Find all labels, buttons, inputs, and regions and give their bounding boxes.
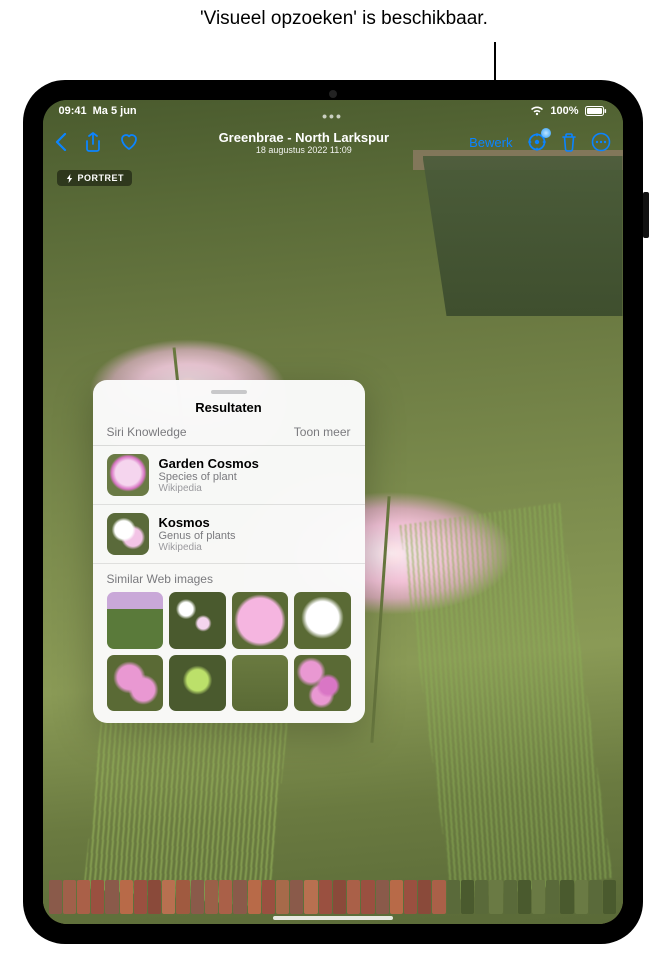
similar-image-thumb[interactable] [107, 655, 164, 712]
filmstrip-thumb[interactable] [205, 880, 218, 914]
filmstrip-thumb[interactable] [333, 880, 346, 914]
filmstrip-thumb[interactable] [262, 880, 275, 914]
results-title: Resultaten [93, 400, 365, 415]
filmstrip-thumb[interactable] [49, 880, 62, 914]
knowledge-subtitle: Species of plant [159, 471, 259, 483]
battery-percent: 100% [550, 105, 578, 117]
status-bar: 09:41 Ma 5 jun ••• 100% [43, 100, 623, 122]
edit-button[interactable]: Bewerk [469, 135, 512, 150]
front-camera [329, 90, 337, 98]
filmstrip-thumb[interactable] [589, 880, 602, 914]
filmstrip-thumb[interactable] [77, 880, 90, 914]
similar-image-thumb[interactable] [294, 655, 351, 712]
knowledge-source: Wikipedia [159, 483, 259, 494]
filmstrip-thumb[interactable] [91, 880, 104, 914]
filmstrip-thumb[interactable] [347, 880, 360, 914]
knowledge-subtitle: Genus of plants [159, 530, 236, 542]
similar-image-thumb[interactable] [232, 592, 289, 649]
filmstrip-thumb[interactable] [176, 880, 189, 914]
similar-image-thumb[interactable] [107, 592, 164, 649]
knowledge-row[interactable]: Garden Cosmos Species of plant Wikipedia [93, 446, 365, 505]
filmstrip-thumb[interactable] [575, 880, 588, 914]
favorite-icon[interactable] [119, 133, 139, 151]
callout-label: 'Visueel opzoeken' is beschikbaar. [200, 8, 665, 30]
filmstrip-thumb[interactable] [475, 880, 488, 914]
knowledge-row[interactable]: Kosmos Genus of plants Wikipedia [93, 505, 365, 564]
filmstrip-thumb[interactable] [603, 880, 616, 914]
filmstrip-thumb[interactable] [105, 880, 118, 914]
status-time: 09:41 [59, 105, 87, 117]
home-indicator[interactable] [273, 916, 393, 920]
show-more-button[interactable]: Toon meer [294, 425, 351, 439]
back-icon[interactable] [55, 133, 67, 151]
filmstrip-thumb[interactable] [518, 880, 531, 914]
ipad-frame: 09:41 Ma 5 jun ••• 100% [23, 80, 643, 944]
filmstrip-thumb[interactable] [148, 880, 161, 914]
filmstrip-thumb[interactable] [319, 880, 332, 914]
filmstrip-thumb[interactable] [248, 880, 261, 914]
filmstrip-thumb[interactable] [162, 880, 175, 914]
siri-knowledge-header: Siri Knowledge Toon meer [93, 425, 365, 446]
filmstrip-thumb[interactable] [504, 880, 517, 914]
photos-filmstrip[interactable] [43, 880, 623, 914]
filmstrip-thumb[interactable] [191, 880, 204, 914]
sheet-grabber[interactable] [211, 390, 247, 394]
filmstrip-thumb[interactable] [432, 880, 445, 914]
filmstrip-thumb[interactable] [532, 880, 545, 914]
filmstrip-thumb[interactable] [418, 880, 431, 914]
visual-lookup-icon[interactable] [527, 132, 547, 152]
filmstrip-thumb[interactable] [361, 880, 374, 914]
similar-image-thumb[interactable] [169, 655, 226, 712]
battery-icon [585, 106, 607, 116]
similar-image-thumb[interactable] [169, 592, 226, 649]
share-icon[interactable] [85, 132, 101, 152]
filmstrip-thumb[interactable] [489, 880, 502, 914]
filmstrip-thumb[interactable] [304, 880, 317, 914]
knowledge-title: Kosmos [159, 515, 236, 530]
filmstrip-thumb[interactable] [134, 880, 147, 914]
portrait-badge-label: PORTRET [78, 173, 125, 183]
filmstrip-thumb[interactable] [276, 880, 289, 914]
similar-images-grid [93, 592, 365, 711]
knowledge-title: Garden Cosmos [159, 456, 259, 471]
more-icon[interactable] [591, 132, 611, 152]
knowledge-thumbnail [107, 454, 149, 496]
similar-image-thumb[interactable] [232, 655, 289, 712]
filmstrip-thumb[interactable] [447, 880, 460, 914]
portrait-badge: PORTRET [57, 170, 133, 186]
filmstrip-thumb[interactable] [233, 880, 246, 914]
filmstrip-thumb[interactable] [120, 880, 133, 914]
visual-lookup-results-sheet[interactable]: Resultaten Siri Knowledge Toon meer Gard… [93, 380, 365, 723]
filmstrip-thumb[interactable] [461, 880, 474, 914]
filmstrip-thumb[interactable] [560, 880, 573, 914]
filmstrip-thumb[interactable] [290, 880, 303, 914]
siri-knowledge-label: Siri Knowledge [107, 425, 187, 439]
filmstrip-thumb[interactable] [546, 880, 559, 914]
filmstrip-thumb[interactable] [219, 880, 232, 914]
status-date: Ma 5 jun [93, 105, 137, 117]
photo-title: Greenbrae - North Larkspur [139, 130, 470, 145]
knowledge-thumbnail [107, 513, 149, 555]
knowledge-source: Wikipedia [159, 542, 236, 553]
photo-toolbar: Greenbrae - North Larkspur 18 augustus 2… [43, 122, 623, 162]
similar-images-label: Similar Web images [93, 564, 365, 592]
trash-icon[interactable] [561, 132, 577, 152]
filmstrip-thumb[interactable] [390, 880, 403, 914]
ipad-screen: 09:41 Ma 5 jun ••• 100% [43, 100, 623, 924]
similar-image-thumb[interactable] [294, 592, 351, 649]
photo-subtitle: 18 augustus 2022 11:09 [139, 145, 470, 155]
filmstrip-thumb[interactable] [376, 880, 389, 914]
bolt-icon [65, 174, 74, 183]
wifi-icon [530, 106, 544, 116]
filmstrip-thumb[interactable] [63, 880, 76, 914]
filmstrip-thumb[interactable] [404, 880, 417, 914]
power-button [643, 192, 649, 238]
